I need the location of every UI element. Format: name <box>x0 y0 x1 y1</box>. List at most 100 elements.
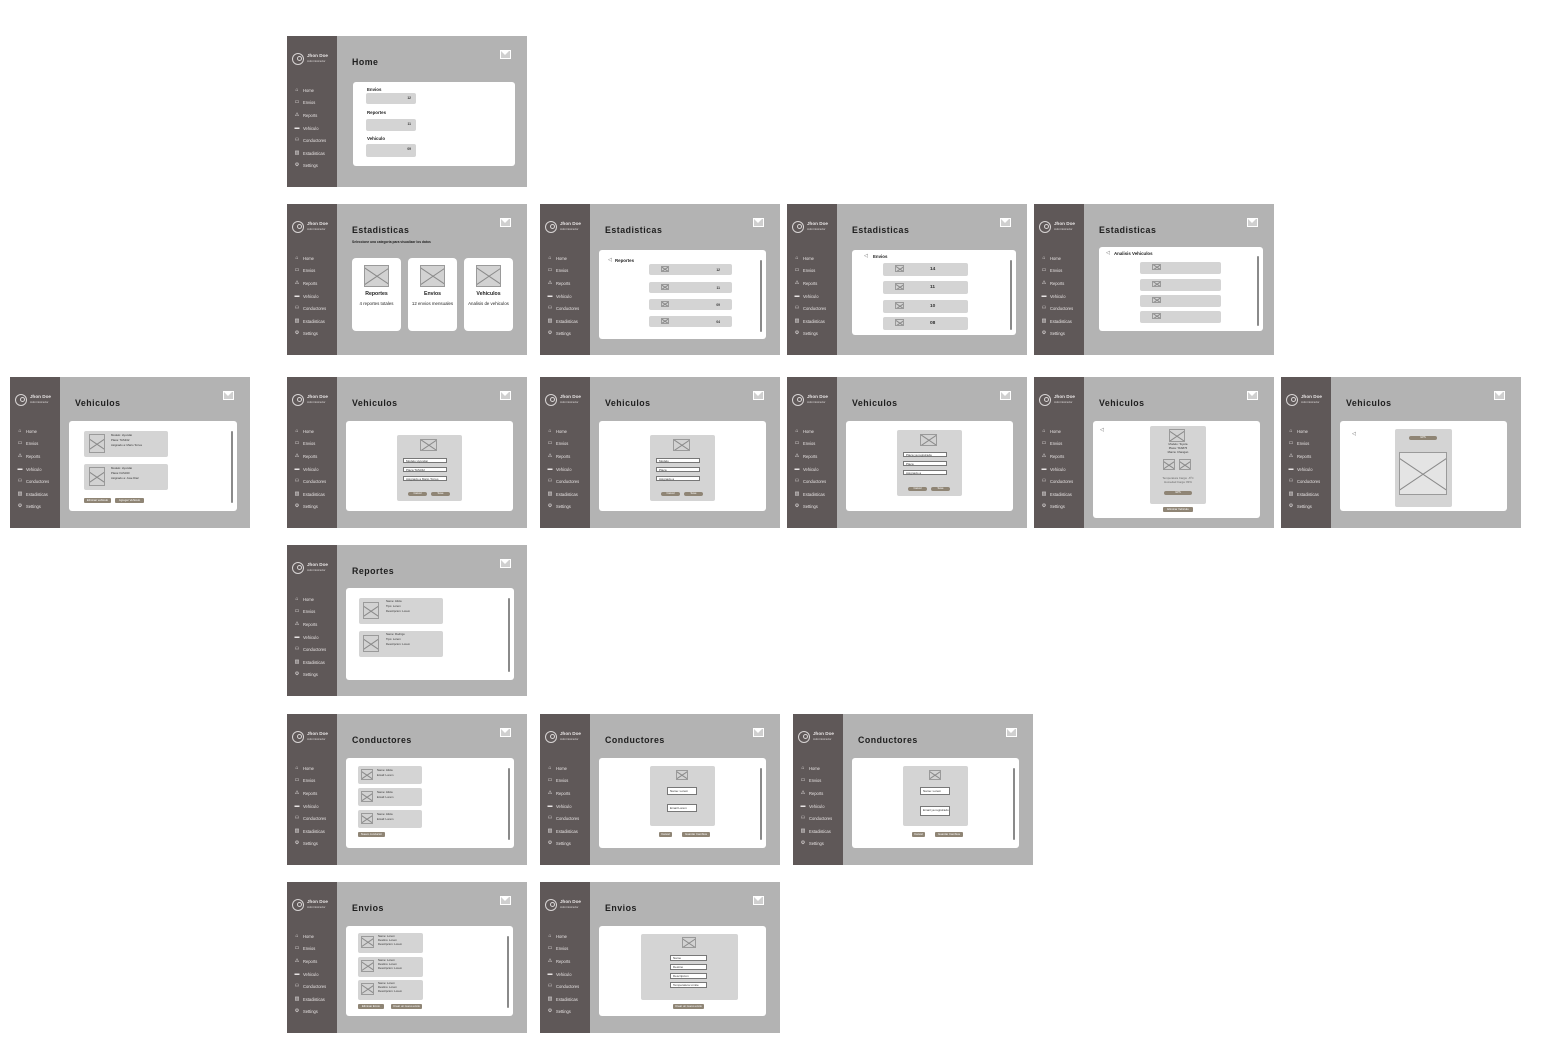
stat-row[interactable]: 09 <box>649 299 732 310</box>
sidebar-item-vehiculo[interactable]: ▬ Vehiculo <box>294 122 336 135</box>
back-icon[interactable]: ◁ <box>608 257 612 263</box>
save-button[interactable]: Save <box>684 492 703 496</box>
sidebar-item-conductores[interactable]: ⚇ Conductores <box>547 302 589 315</box>
sidebar-item-settings[interactable]: ⚙ Settings <box>547 1009 571 1015</box>
sidebar-item-settings[interactable]: ⚙ Settings <box>294 163 318 169</box>
driver-card[interactable]: Name: Alicia Email: Lorem <box>358 788 422 806</box>
assigned-select[interactable]: Asignado a <box>656 476 700 481</box>
sidebar-item-settings[interactable]: ⚙ Settings <box>1041 331 1065 337</box>
sidebar-item-envios[interactable]: ▭ Envios <box>1288 438 1330 451</box>
sidebar-item-conductores[interactable]: ⚇ Conductores <box>800 812 842 825</box>
sidebar-item-home[interactable]: ⌂ Home <box>1288 425 1330 438</box>
cancel-button[interactable]: Cancel <box>408 492 427 496</box>
sidebar-item-vehiculo[interactable]: ▬ Vehiculo <box>1041 463 1083 476</box>
sidebar-item-vehiculo[interactable]: ▬ Vehiculo <box>547 800 589 813</box>
mail-icon[interactable] <box>500 728 511 737</box>
sidebar-item-vehiculo[interactable]: ▬ Vehiculo <box>794 290 836 303</box>
sidebar-item-home[interactable]: ⌂ Home <box>294 425 336 438</box>
scrollbar[interactable] <box>1257 256 1259 326</box>
sidebar-item-settings[interactable]: ⚙ Settings <box>794 331 818 337</box>
sidebar-item-home[interactable]: ⌂ Home <box>547 762 589 775</box>
sidebar-item-envios[interactable]: ▭ Envios <box>794 438 836 451</box>
sidebar-item-estadisticas[interactable]: ▥ Estadisticas <box>547 825 589 838</box>
summary-card[interactable]: 11 <box>366 119 416 131</box>
mail-icon[interactable] <box>1000 218 1011 227</box>
stat-row[interactable]: 10 <box>883 300 968 313</box>
sidebar-item-home[interactable]: ⌂ Home <box>1041 425 1083 438</box>
mail-icon[interactable] <box>753 218 764 227</box>
sidebar-item-estadisticas[interactable]: ▥ Estadisticas <box>794 315 836 328</box>
assigned-input[interactable]: Asignado a Mario Torres <box>403 476 447 481</box>
sidebar-item-home[interactable]: ⌂ Home <box>794 425 836 438</box>
sidebar-item-conductores[interactable]: ⚇ Conductores <box>547 980 589 993</box>
sidebar-item-reports[interactable]: ⚠ Reports <box>17 450 59 463</box>
mail-icon[interactable] <box>500 391 511 400</box>
sidebar-item-envios[interactable]: ▭ Envios <box>294 97 336 110</box>
sidebar-item-envios[interactable]: ▭ Envios <box>294 606 336 619</box>
sidebar-item-settings[interactable]: ⚙ Settings <box>800 841 824 847</box>
delete-shipment-button[interactable]: Eliminar Envio <box>358 1004 384 1009</box>
user-profile[interactable]: Jhon Doe Administrador <box>292 561 336 577</box>
add-vehicle-button[interactable]: Agregar Vehiculo <box>115 498 144 503</box>
plate-input[interactable]: Placa <box>903 461 947 466</box>
analysis-row[interactable] <box>1140 311 1221 323</box>
cancel-button[interactable]: Cancel <box>912 832 925 837</box>
sidebar-item-conductores[interactable]: ⚇ Conductores <box>794 302 836 315</box>
shipment-card[interactable]: Name: Lorem Destino: Lorem Descripcion: … <box>358 957 423 977</box>
stat-row[interactable]: 14 <box>883 263 968 276</box>
sidebar-item-envios[interactable]: ▭ Envios <box>1041 265 1083 278</box>
sidebar-item-conductores[interactable]: ⚇ Conductores <box>794 475 836 488</box>
sidebar-item-vehiculo[interactable]: ▬ Vehiculo <box>547 968 589 981</box>
sidebar-item-estadisticas[interactable]: ▥ Estadisticas <box>1041 315 1083 328</box>
sidebar-item-estadisticas[interactable]: ▥ Estadisticas <box>294 315 336 328</box>
sidebar-item-reports[interactable]: ⚠ Reports <box>800 787 842 800</box>
cancel-button[interactable]: Cancel <box>659 832 672 837</box>
sidebar-item-envios[interactable]: ▭ Envios <box>294 775 336 788</box>
user-profile[interactable]: Jhon Doe Administrador <box>292 730 336 746</box>
stat-row[interactable]: 11 <box>649 282 732 293</box>
sidebar-item-reports[interactable]: ⚠ Reports <box>294 450 336 463</box>
sidebar-item-home[interactable]: ⌂ Home <box>794 252 836 265</box>
analysis-row[interactable] <box>1140 295 1221 307</box>
sidebar-item-settings[interactable]: ⚙ Settings <box>294 672 318 678</box>
name-input[interactable]: Name <box>670 955 707 961</box>
sidebar-item-envios[interactable]: ▭ Envios <box>1041 438 1083 451</box>
sidebar-item-conductores[interactable]: ⚇ Conductores <box>294 475 336 488</box>
user-profile[interactable]: Jhon Doe Administrador <box>545 898 589 914</box>
sidebar-item-home[interactable]: ⌂ Home <box>547 425 589 438</box>
mail-icon[interactable] <box>500 896 511 905</box>
new-driver-button[interactable]: Nuevo conductor <box>358 832 385 837</box>
user-profile[interactable]: Jhon Doe Administrador <box>1039 393 1083 409</box>
sidebar-item-estadisticas[interactable]: ▥ Estadisticas <box>1288 488 1330 501</box>
sidebar-item-conductores[interactable]: ⚇ Conductores <box>294 134 336 147</box>
sidebar-item-reports[interactable]: ⚠ Reports <box>547 787 589 800</box>
sidebar-item-estadisticas[interactable]: ▥ Estadisticas <box>800 825 842 838</box>
sidebar-item-vehiculo[interactable]: ▬ Vehiculo <box>294 631 336 644</box>
mail-icon[interactable] <box>1247 218 1258 227</box>
sidebar-item-reports[interactable]: ⚠ Reports <box>547 450 589 463</box>
summary-card[interactable]: 09 <box>366 144 416 157</box>
sidebar-item-reports[interactable]: ⚠ Reports <box>547 955 589 968</box>
sidebar-item-vehiculo[interactable]: ▬ Vehiculo <box>800 800 842 813</box>
mail-icon[interactable] <box>1000 391 1011 400</box>
sidebar-item-settings[interactable]: ⚙ Settings <box>294 1009 318 1015</box>
sidebar-item-envios[interactable]: ▭ Envios <box>294 943 336 956</box>
mail-icon[interactable] <box>1494 391 1505 400</box>
back-icon[interactable]: ◁ <box>1100 427 1104 433</box>
analysis-row[interactable] <box>1140 279 1221 291</box>
driver-card[interactable]: Name: Alicia Email: Lorem <box>358 810 422 828</box>
sidebar-item-reports[interactable]: ⚠ Reports <box>1041 450 1083 463</box>
sidebar-item-reports[interactable]: ⚠ Reports <box>794 450 836 463</box>
stat-card-vehiculos[interactable]: Vehiculos Analisis de vehiculos <box>464 258 513 331</box>
stat-row[interactable]: 11 <box>883 281 968 294</box>
sidebar-item-reports[interactable]: ⚠ Reports <box>794 277 836 290</box>
description-input[interactable]: Descripcion <box>670 973 707 979</box>
name-input[interactable]: Name: Lorem <box>920 787 950 795</box>
scrollbar[interactable] <box>231 431 233 503</box>
sidebar-item-conductores[interactable]: ⚇ Conductores <box>294 812 336 825</box>
scrollbar[interactable] <box>507 936 509 1008</box>
sidebar-item-settings[interactable]: ⚙ Settings <box>294 504 318 510</box>
model-input[interactable]: Modelo Hyundai <box>403 458 447 463</box>
mail-icon[interactable] <box>753 391 764 400</box>
user-profile[interactable]: Jhon Doe Administrador <box>1286 393 1330 409</box>
